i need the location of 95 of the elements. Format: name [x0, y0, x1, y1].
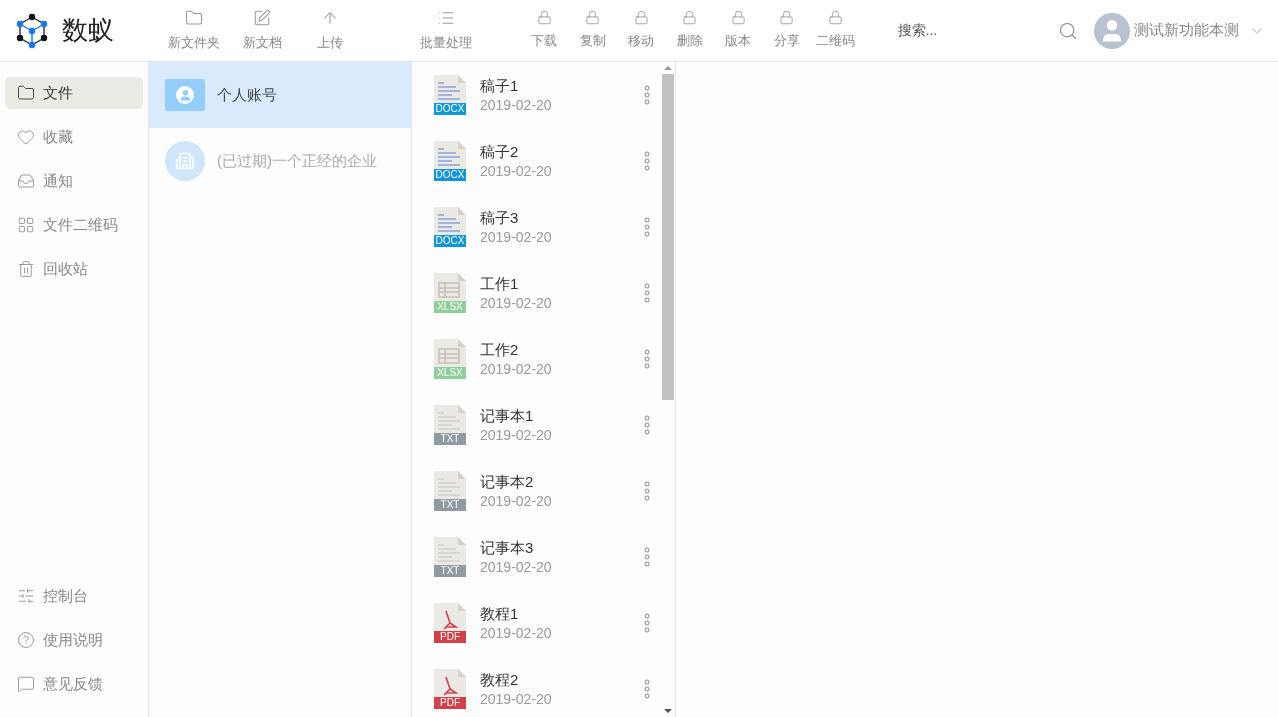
user-folder-icon [165, 79, 205, 111]
file-name: 稿子3 [480, 208, 520, 228]
building-icon [165, 141, 205, 181]
sidebar-item[interactable]: 意见反馈 [5, 668, 143, 700]
file-date: 2019-02-20 [480, 690, 553, 708]
account-item[interactable]: 个人账号 [149, 62, 411, 128]
file-row[interactable]: DOCX 稿子1 2019-02-20 [412, 62, 660, 128]
file-name: 记事本1 [480, 406, 535, 426]
sidebar-item[interactable]: 控制台 [5, 580, 143, 612]
toolbar-button[interactable]: 移动 [617, 0, 666, 61]
file-name: 记事本2 [480, 472, 535, 492]
edit-icon [253, 8, 271, 27]
help-icon [17, 631, 35, 649]
file-date: 2019-02-20 [480, 162, 553, 180]
avatar[interactable] [1093, 12, 1130, 49]
toolbar-button[interactable]: 新文档 [228, 0, 296, 61]
file-row[interactable]: XLSX 工作2 2019-02-20 [412, 326, 660, 392]
sliders-icon [17, 587, 35, 605]
toolbar-button[interactable]: 复制 [568, 0, 617, 61]
lock-icon [827, 10, 843, 26]
user-name: 测试新功能本测 [1133, 20, 1239, 41]
toolbar-button[interactable]: 新文件夹 [160, 0, 228, 61]
more-options-icon[interactable] [644, 415, 650, 435]
sidebar-item[interactable]: 收藏 [5, 121, 143, 153]
lock-icon [779, 10, 795, 26]
file-type-icon: TXT [434, 471, 466, 511]
file-type-icon: DOCX [434, 207, 466, 247]
file-type-icon: DOCX [434, 141, 466, 181]
file-name: 记事本3 [480, 538, 535, 558]
lock-icon [682, 10, 698, 26]
more-options-icon[interactable] [644, 547, 650, 567]
more-options-icon[interactable] [644, 613, 650, 633]
file-date: 2019-02-20 [480, 294, 553, 312]
file-row[interactable]: TXT 记事本2 2019-02-20 [412, 458, 660, 524]
file-name: 教程2 [480, 670, 520, 690]
search-icon[interactable] [1057, 20, 1078, 41]
toolbar-button[interactable]: 二维码 [811, 0, 860, 61]
file-date: 2019-02-20 [480, 558, 553, 576]
file-type-icon: DOCX [434, 75, 466, 115]
lock-icon [585, 10, 601, 26]
sidebar-item[interactable]: 使用说明 [5, 624, 143, 656]
file-date: 2019-02-20 [480, 228, 553, 246]
file-date: 2019-02-20 [480, 624, 553, 642]
file-name: 稿子2 [480, 142, 520, 162]
sidebar-item[interactable]: 通知 [5, 165, 143, 197]
lock-icon [730, 10, 746, 26]
toolbar-button[interactable]: 下载 [520, 0, 569, 61]
folder-icon [17, 84, 35, 102]
file-row[interactable]: PDF 教程2 2019-02-20 [412, 656, 660, 717]
more-options-icon[interactable] [644, 283, 650, 303]
sidebar-item[interactable]: 回收站 [5, 253, 143, 285]
file-date: 2019-02-20 [480, 96, 553, 114]
toolbar-button[interactable]: 上传 [296, 0, 364, 61]
toolbar-button[interactable]: 批量处理 [412, 0, 480, 61]
file-type-icon: TXT [434, 537, 466, 577]
chat-icon [17, 675, 35, 693]
search-field[interactable]: 搜索... [897, 20, 1028, 41]
file-name: 教程1 [480, 604, 520, 624]
toolbar-button[interactable]: 分享 [762, 0, 811, 61]
more-options-icon[interactable] [644, 349, 650, 369]
file-type-icon: PDF [434, 669, 466, 709]
grid-icon [17, 216, 35, 234]
file-name: 工作1 [480, 274, 520, 294]
file-row[interactable]: DOCX 稿子2 2019-02-20 [412, 128, 660, 194]
sidebar-item[interactable]: 文件 [5, 77, 143, 109]
sidebar-item[interactable]: 文件二维码 [5, 209, 143, 241]
file-type-icon: XLSX [434, 273, 466, 313]
file-type-icon: XLSX [434, 339, 466, 379]
toolbar-button[interactable]: 删除 [665, 0, 714, 61]
trash-icon [17, 260, 35, 278]
lock-icon [633, 10, 649, 26]
file-name: 稿子1 [480, 76, 520, 96]
folder-icon [185, 8, 203, 27]
heart-icon [17, 128, 35, 146]
cube-logo-icon [14, 12, 50, 49]
file-row[interactable]: TXT 记事本3 2019-02-20 [412, 524, 660, 590]
file-name: 工作2 [480, 340, 520, 360]
file-date: 2019-02-20 [480, 426, 553, 444]
file-type-icon: PDF [434, 603, 466, 643]
file-row[interactable]: DOCX 稿子3 2019-02-20 [412, 194, 660, 260]
file-row[interactable]: XLSX 工作1 2019-02-20 [412, 260, 660, 326]
lock-icon [536, 10, 552, 26]
file-date: 2019-02-20 [480, 360, 553, 378]
file-date: 2019-02-20 [480, 492, 553, 510]
more-options-icon[interactable] [644, 151, 650, 171]
more-options-icon[interactable] [644, 679, 650, 699]
file-row[interactable]: PDF 教程1 2019-02-20 [412, 590, 660, 656]
file-row[interactable]: TXT 记事本1 2019-02-20 [412, 392, 660, 458]
inbox-icon [17, 172, 35, 190]
more-options-icon[interactable] [644, 481, 650, 501]
more-options-icon[interactable] [644, 85, 650, 105]
app-name: 数蚁 [62, 14, 114, 47]
file-type-icon: TXT [434, 405, 466, 445]
toolbar-button[interactable]: 版本 [714, 0, 763, 61]
more-options-icon[interactable] [644, 217, 650, 237]
